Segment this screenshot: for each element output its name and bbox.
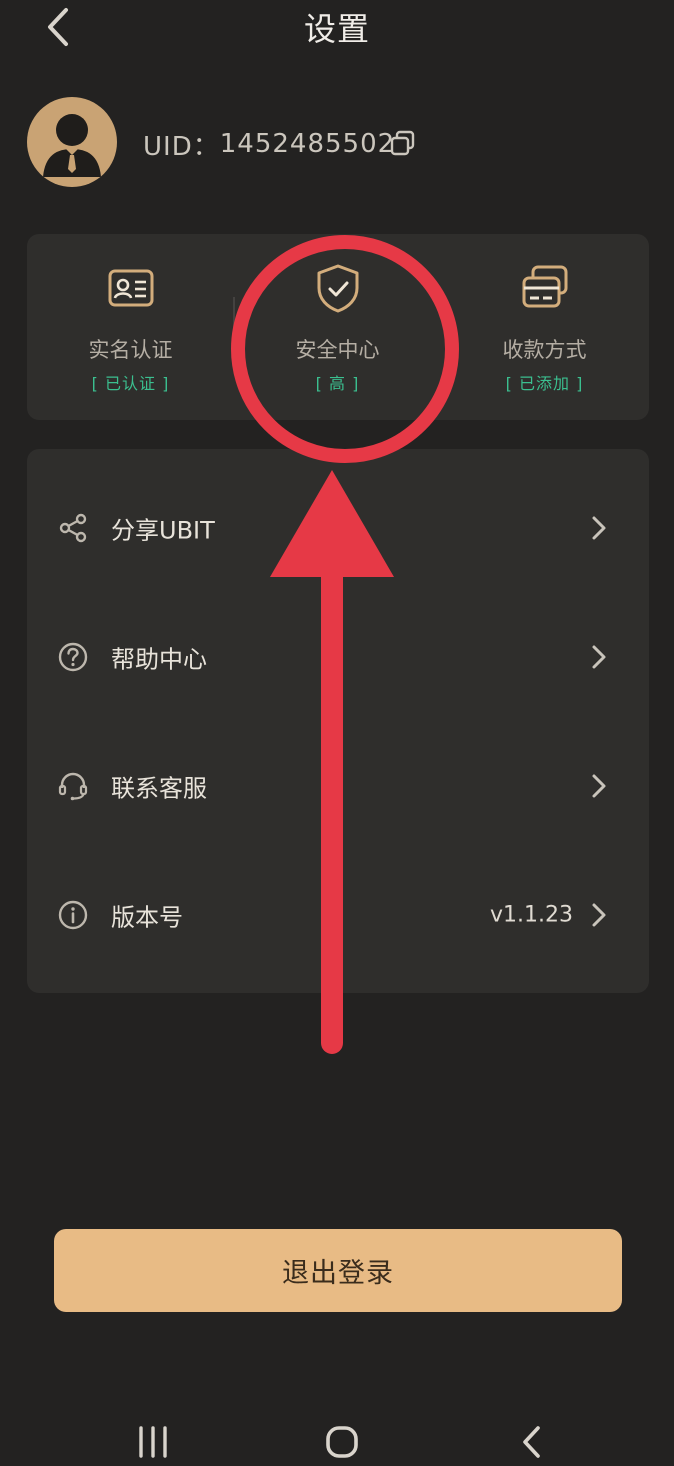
menu-item-share[interactable]: 分享UBIT [27, 463, 649, 593]
feature-label: 收款方式 [502, 338, 587, 362]
cards-icon [522, 265, 567, 308]
version-value: v1.1.23 [490, 902, 573, 928]
uid-value: 1452485502 [219, 129, 396, 159]
feature-label: 安全中心 [295, 338, 380, 362]
uid-text: UID： 1452485502 [143, 124, 395, 164]
help-icon [58, 642, 88, 672]
feature-status: [ 高 ] [315, 374, 360, 393]
info-icon [58, 900, 88, 930]
feature-card: 实名认证 [ 已认证 ] 安全中心 [ 高 ] 收款方式 [ 已添加 ] [27, 234, 649, 420]
chevron-right-icon [592, 645, 606, 669]
avatar [27, 97, 117, 187]
shield-check-icon [317, 264, 358, 313]
recent-apps-icon[interactable] [133, 1424, 173, 1460]
user-avatar-icon [43, 114, 101, 177]
menu-item-customer-service[interactable]: 联系客服 [27, 721, 649, 851]
chevron-right-icon [592, 774, 606, 798]
menu-card: 分享UBIT 帮助中心 联系客服 版本号 v1.1.23 [27, 449, 649, 993]
feature-real-name[interactable]: 实名认证 [ 已认证 ] [27, 234, 234, 420]
logout-button[interactable]: 退出登录 [54, 1229, 622, 1312]
page-title: 设置 [303, 10, 370, 48]
menu-item-label: 版本号 [111, 903, 183, 932]
share-icon [59, 513, 87, 543]
feature-status: [ 已添加 ] [505, 374, 584, 393]
back-icon[interactable] [514, 1422, 550, 1462]
menu-item-label: 分享UBIT [111, 516, 215, 545]
feature-status: [ 已认证 ] [91, 374, 170, 393]
headset-icon [58, 772, 88, 801]
feature-security-center[interactable]: 安全中心 [ 高 ] [234, 234, 441, 420]
chevron-right-icon [592, 903, 606, 927]
copy-icon [390, 130, 415, 156]
feature-payment-method[interactable]: 收款方式 [ 已添加 ] [441, 234, 648, 420]
menu-item-label: 联系客服 [111, 774, 207, 803]
feature-divider [233, 297, 235, 327]
menu-item-help[interactable]: 帮助中心 [27, 592, 649, 722]
home-icon[interactable] [322, 1422, 362, 1462]
uid-label: UID： [143, 131, 220, 162]
copy-uid-button[interactable] [388, 128, 418, 158]
menu-item-label: 帮助中心 [111, 645, 207, 674]
chevron-right-icon [592, 516, 606, 540]
system-nav-bar [0, 1400, 674, 1466]
menu-item-version[interactable]: 版本号 v1.1.23 [27, 850, 649, 980]
id-card-icon [108, 269, 153, 307]
feature-label: 实名认证 [88, 338, 173, 362]
